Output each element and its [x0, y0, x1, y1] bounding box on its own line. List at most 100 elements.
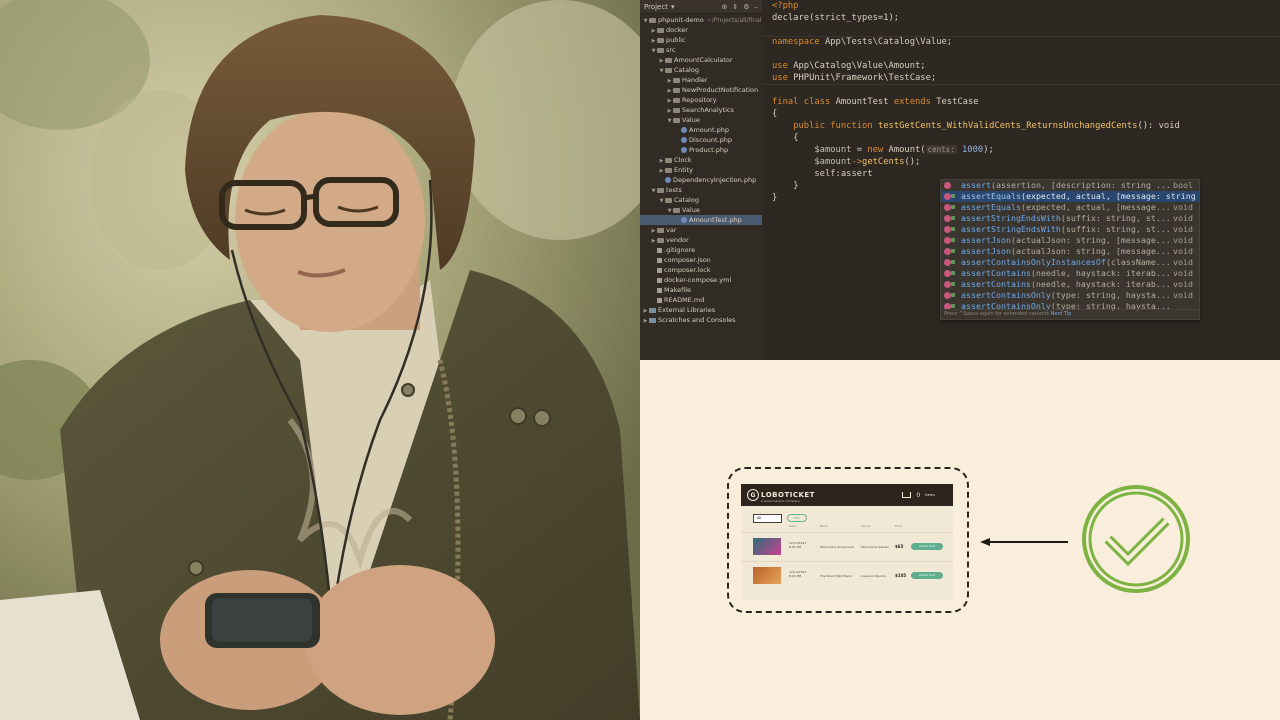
- chevron-right-icon[interactable]: ▶: [650, 36, 657, 45]
- chevron-down-icon[interactable]: ▼: [666, 206, 673, 215]
- tree-item[interactable]: ▶ AmountCalculator: [640, 55, 762, 65]
- chevron-down-icon[interactable]: ▼: [650, 46, 657, 55]
- collapse-icon[interactable]: ⇕: [732, 3, 738, 11]
- autocomplete-item[interactable]: assertContains(needle, haystack: iterab.…: [941, 268, 1199, 279]
- method-icon: [944, 292, 951, 299]
- chevron-right-icon[interactable]: ▶: [658, 166, 665, 175]
- chevron-right-icon[interactable]: ▶: [650, 236, 657, 245]
- next-tip-link[interactable]: Next Tip: [1051, 311, 1072, 317]
- tree-item[interactable]: Amount.php: [640, 125, 762, 135]
- chevron-right-icon[interactable]: ▶: [666, 76, 673, 85]
- tree-item[interactable]: ▶ vendor: [640, 235, 762, 245]
- method-icon: [944, 270, 951, 277]
- method-signature: (): void: [1137, 121, 1180, 131]
- autocomplete-footer: Press ^Space again for extended variants…: [941, 309, 1199, 319]
- event-thumbnail: [753, 538, 781, 555]
- chevron-right-icon[interactable]: ▶: [658, 156, 665, 165]
- tree-item[interactable]: ▶ Clock: [640, 155, 762, 165]
- tree-item[interactable]: composer.json: [640, 255, 762, 265]
- autocomplete-item[interactable]: assertContainsOnlyInstancesOf(className.…: [941, 257, 1199, 268]
- tree-item[interactable]: ▶ docker: [640, 25, 762, 35]
- tree-item[interactable]: ▼ Catalog: [640, 195, 762, 205]
- folder-icon: [665, 58, 672, 63]
- locate-icon[interactable]: ⊕: [721, 3, 727, 11]
- folder-icon: [673, 118, 680, 123]
- folder-icon: [673, 78, 680, 83]
- php-file-icon: [681, 127, 687, 133]
- autocomplete-item[interactable]: assertStringEndsWith(suffix: string, st.…: [941, 213, 1199, 224]
- gear-icon[interactable]: ⚙: [743, 3, 749, 11]
- tree-item[interactable]: .gitignore: [640, 245, 762, 255]
- event-band: Moonshine Shoes Club: [820, 545, 854, 549]
- tree-item[interactable]: ▶ var: [640, 225, 762, 235]
- event-venue: Liverpool Rooms: [861, 574, 886, 578]
- tree-item-label: Scratches and Consoles: [658, 316, 736, 324]
- tree-item[interactable]: ▶ NewProductNotification: [640, 85, 762, 95]
- chevron-right-icon[interactable]: ▶: [642, 306, 649, 315]
- chevron-right-icon[interactable]: ▶: [650, 226, 657, 235]
- autocomplete-params: (type: string, haysta...: [1050, 290, 1171, 300]
- static-marker-icon: [951, 249, 955, 253]
- tree-item[interactable]: ▼ Value: [640, 115, 762, 125]
- tree-item[interactable]: ▼ tests: [640, 185, 762, 195]
- method-icon: [944, 193, 951, 200]
- folder-icon: [665, 198, 672, 203]
- tree-item[interactable]: Makefile: [640, 285, 762, 295]
- tree-item[interactable]: ▶ Handler: [640, 75, 762, 85]
- cart-label: Items: [925, 493, 935, 497]
- autocomplete-item[interactable]: assertContainsOnly(type: string, haysta.…: [941, 290, 1199, 301]
- tree-item[interactable]: ▼ Value: [640, 205, 762, 215]
- autocomplete-item[interactable]: assertJson(actualJson: string, [message.…: [941, 246, 1199, 257]
- autocomplete-return-type: void: [1173, 257, 1193, 267]
- tree-item[interactable]: ▶ Entity: [640, 165, 762, 175]
- chevron-right-icon[interactable]: ▶: [666, 96, 673, 105]
- event-datetime: 12/13/2021 8:00 PM: [789, 570, 806, 578]
- tree-item[interactable]: Discount.php: [640, 135, 762, 145]
- autocomplete-item[interactable]: assertJson(actualJson: string, [message.…: [941, 235, 1199, 246]
- project-panel: Project ▾ ⊕ ⇕ ⚙ – ▼ phpunit-demo ~/Project…: [640, 0, 763, 360]
- tree-item[interactable]: ▶ Repository: [640, 95, 762, 105]
- project-dropdown[interactable]: Project: [644, 3, 668, 11]
- chevron-down-icon[interactable]: ▼: [658, 66, 665, 75]
- test-diagram: G LOBOTICKET A Globomantics Company 0 It…: [640, 360, 1280, 720]
- tree-item[interactable]: ▶ public: [640, 35, 762, 45]
- tree-item[interactable]: ▼ phpunit-demo ~/Projects/all/final: [640, 15, 762, 25]
- chevron-down-icon[interactable]: ▼: [650, 186, 657, 195]
- tree-item[interactable]: ▶ SearchAnalytics: [640, 105, 762, 115]
- chevron-down-icon[interactable]: ▼: [658, 196, 665, 205]
- chevron-down-icon[interactable]: ▼: [666, 116, 673, 125]
- autocomplete-item[interactable]: assertEquals(expected, actual, [message.…: [941, 202, 1199, 213]
- autocomplete-item[interactable]: assertContains(needle, haystack: iterab.…: [941, 279, 1199, 290]
- tree-item[interactable]: DependencyInjection.php: [640, 175, 762, 185]
- chevron-right-icon[interactable]: ▶: [666, 86, 673, 95]
- method-icon: [944, 215, 951, 222]
- tree-item[interactable]: ▼ src: [640, 45, 762, 55]
- autocomplete-item[interactable]: assertEquals(expected, actual, [message:…: [941, 191, 1199, 202]
- autocomplete-item[interactable]: assertStringEndsWith(suffix: string, st.…: [941, 224, 1199, 235]
- tree-item[interactable]: Product.php: [640, 145, 762, 155]
- chevron-right-icon[interactable]: ▶: [642, 316, 649, 325]
- tree-item[interactable]: docker-compose.yml: [640, 275, 762, 285]
- tree-item[interactable]: ▼ Catalog: [640, 65, 762, 75]
- tree-item[interactable]: ▶ Scratches and Consoles: [640, 315, 762, 325]
- chevron-down-icon[interactable]: ▾: [671, 3, 675, 11]
- tree-item[interactable]: README.md: [640, 295, 762, 305]
- code-line: public function testGetCents_WithValidCe…: [772, 120, 1180, 132]
- logo-letter: G: [750, 491, 756, 499]
- mockup-rows: 12/13/2021 8:00 PM Moonshine Shoes Club Moo…: [741, 532, 953, 590]
- chevron-right-icon[interactable]: ▶: [650, 26, 657, 35]
- tree-item[interactable]: composer.lock: [640, 265, 762, 275]
- chevron-right-icon[interactable]: ▶: [666, 106, 673, 115]
- tree-item[interactable]: AmountTest.php: [640, 215, 762, 225]
- autocomplete-method-name: assertContainsOnly: [961, 290, 1051, 300]
- tree-item-label: Discount.php: [689, 136, 732, 144]
- autocomplete-item[interactable]: assert(assertion, [description: string .…: [941, 180, 1199, 191]
- tree-item-label: Value: [682, 206, 700, 214]
- tree-item[interactable]: ▶ External Libraries: [640, 305, 762, 315]
- code-editor[interactable]: <?php declare(strict_types=1); namespace…: [762, 0, 1280, 360]
- file-icon: [657, 248, 662, 253]
- chevron-down-icon[interactable]: ▼: [642, 16, 649, 25]
- minimize-icon[interactable]: –: [755, 3, 759, 11]
- chevron-right-icon[interactable]: ▶: [658, 56, 665, 65]
